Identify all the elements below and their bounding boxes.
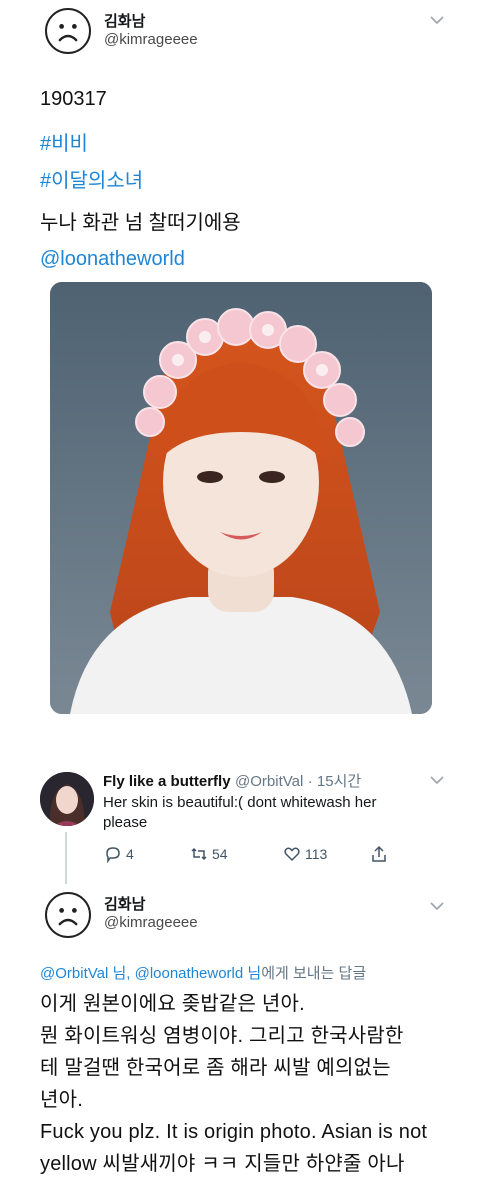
- reply-timestamp[interactable]: · 15시간: [308, 773, 361, 790]
- mention-link[interactable]: @loonatheworld: [40, 248, 185, 271]
- retweet-button[interactable]: 54: [190, 845, 228, 863]
- avatar-sad-face[interactable]: [45, 892, 91, 938]
- retweet-count: 54: [212, 846, 228, 862]
- reply-icon: [106, 847, 120, 863]
- reply-to-line: @OrbitVal 님, @loonatheworld 님에게 보내는 답글: [40, 962, 366, 983]
- reply-button[interactable]: 4: [104, 845, 134, 863]
- chevron-down-icon[interactable]: [430, 898, 444, 914]
- reply-avatar[interactable]: [40, 772, 94, 826]
- portrait-image: [50, 282, 432, 714]
- reply-body: 이게 원본이에요 좆밥같은 년아. 뭔 화이트워싱 염병이야. 그리고 한국사람…: [40, 988, 470, 1180]
- reply-text: Her skin is beautiful:( dont whitewash h…: [103, 794, 377, 831]
- tweet-text: 누나 화관 넘 찰떠기에용: [40, 212, 241, 234]
- reply-count: 4: [126, 846, 134, 862]
- author-handle[interactable]: @kimrageeee: [104, 914, 198, 931]
- tweet-photo[interactable]: [50, 282, 432, 714]
- hashtag-link[interactable]: #비비: [40, 127, 88, 156]
- reply-to-mentions[interactable]: @OrbitVal 님, @loonatheworld 님: [40, 965, 261, 982]
- share-button[interactable]: [370, 845, 388, 863]
- reply-author-handle[interactable]: @OrbitVal: [235, 773, 303, 790]
- author-name[interactable]: 김화남: [104, 10, 145, 31]
- reply-body-line: yellow 씨발새끼야 ㅋㅋ 지들만 하얀줄 아나: [40, 1153, 405, 1175]
- author-name[interactable]: 김화남: [104, 893, 145, 914]
- reply-body-line: 이게 원본이에요 좆밥같은 년아.: [40, 993, 305, 1015]
- chevron-down-icon[interactable]: [430, 772, 444, 788]
- reply-body-line: Fuck you plz. It is origin photo. Asian …: [40, 1121, 428, 1143]
- retweet-icon: [191, 847, 207, 861]
- heart-icon: [284, 847, 300, 862]
- reply-to-suffix: 에게 보내는 답글: [261, 965, 367, 982]
- profile-photo-icon: [40, 772, 94, 826]
- avatar-sad-face[interactable]: [45, 8, 91, 54]
- reply-body-line: 년아.: [40, 1089, 83, 1111]
- share-icon: [372, 845, 386, 862]
- chevron-down-icon[interactable]: [430, 12, 444, 28]
- sad-face-icon: [58, 908, 78, 926]
- author-handle[interactable]: @kimrageeee: [104, 31, 198, 48]
- reply-body-line: 뭔 화이트워싱 염병이야. 그리고 한국사람한: [40, 1025, 404, 1047]
- like-button[interactable]: 113: [283, 845, 327, 863]
- tweet-date-line: 190317: [40, 88, 107, 110]
- reply-author-name[interactable]: Fly like a butterfly: [103, 773, 231, 790]
- like-count: 113: [305, 846, 328, 862]
- reply-body-line: 테 말걸땐 한국어로 좀 해라 씨발 예의없는: [40, 1057, 391, 1079]
- sad-face-icon: [58, 24, 78, 42]
- reply-header: Fly like a butterfly @OrbitVal · 15시간: [103, 770, 361, 791]
- thread-line: [65, 832, 67, 884]
- hashtag-link[interactable]: #이달의소녀: [40, 164, 143, 193]
